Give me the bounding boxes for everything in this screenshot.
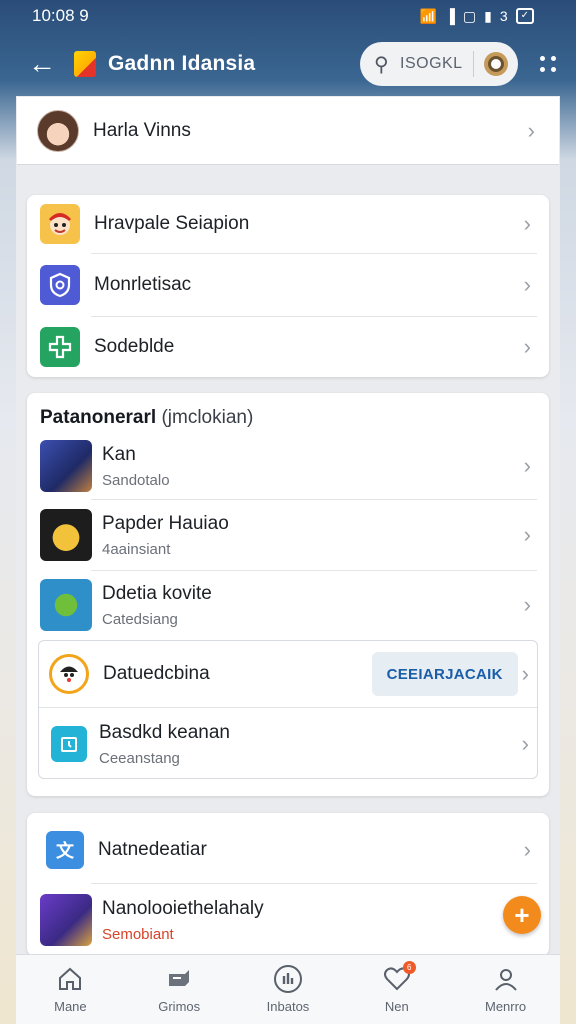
section-title-text: Patanonerarl xyxy=(40,407,157,428)
nav-label: Mane xyxy=(54,999,87,1014)
list-item[interactable]: 文 Natnedeatiar › xyxy=(27,817,549,883)
mascot-icon xyxy=(40,204,80,244)
list-item-title: Natnedeatiar xyxy=(98,839,207,860)
chevron-right-icon: › xyxy=(523,522,531,547)
nav-favorites[interactable]: 6 Nen xyxy=(352,961,442,1014)
game-list-item[interactable]: Ddetia kovite Catedsiang › xyxy=(27,571,549,639)
bottom-navigation: Mane Grimos Inbatos 6 Nen Menrro xyxy=(16,954,560,1024)
section-subtitle: (jmclokian) xyxy=(161,407,254,428)
more-options-icon[interactable] xyxy=(538,56,558,72)
status-time: 10:08 9 xyxy=(32,6,89,25)
section-title: Patanonerarl (jmclokian) xyxy=(40,407,253,429)
avatar xyxy=(37,109,79,152)
chevron-right-icon: › xyxy=(521,731,529,756)
game-list-item[interactable]: Papder Hauiao 4aainsiant › xyxy=(27,500,549,570)
games-section-card: Patanonerarl (jmclokian) Kan Sandotalo ›… xyxy=(27,393,549,796)
status-icons: 📶 ▐ ▢ ▮ 3 ✓ xyxy=(419,7,534,25)
nav-inbox[interactable]: Inbatos xyxy=(243,965,333,1014)
clown-icon xyxy=(49,654,89,694)
stats-icon xyxy=(273,965,303,993)
top-app-bar: ← Gadnn Idansia ⚲ ISOGKL xyxy=(0,32,576,96)
inner-action-button[interactable]: CEEIARJACAIK xyxy=(371,652,518,696)
game-subtitle: Catedsiang xyxy=(102,610,178,628)
list-item[interactable]: Nanolooiethelahaly Semobiant xyxy=(27,884,549,956)
inner-card: Datuedcbina CEEIARJACAIK › Basdkd keanan… xyxy=(38,640,538,779)
nav-label: Menrro xyxy=(484,999,527,1014)
menu-card: Hravpale Seiapion › Monrletisac › Sodebl… xyxy=(27,195,549,377)
notification-badge: 6 xyxy=(402,961,416,974)
profile-name: Harla Vinns xyxy=(93,119,191,141)
nav-label: Nen xyxy=(384,999,409,1014)
game-title: Papder Hauiao xyxy=(102,512,229,534)
bottom-list-card: 文 Natnedeatiar › Nanolooiethelahaly Semo… xyxy=(27,813,549,956)
status-bar: 10:08 9 📶 ▐ ▢ ▮ 3 ✓ xyxy=(0,0,576,32)
timer-icon xyxy=(51,726,87,762)
menu-item-label: Sodeblde xyxy=(94,336,175,357)
user-icon xyxy=(491,965,521,993)
inner-list-item[interactable]: Datuedcbina CEEIARJACAIK › xyxy=(39,641,537,707)
shield-icon xyxy=(40,265,80,305)
battery-level: 3 xyxy=(499,8,508,24)
game-thumbnail xyxy=(40,894,92,946)
nav-profile[interactable]: Menrro xyxy=(461,965,551,1014)
chevron-right-icon: › xyxy=(521,661,529,686)
sim-icon: ▮ xyxy=(484,7,492,24)
game-subtitle: Sandotalo xyxy=(102,471,170,489)
chevron-right-icon: › xyxy=(523,211,531,236)
game-title: Kan xyxy=(102,443,136,465)
heart-icon: 6 xyxy=(382,961,416,993)
inner-item-title: Datuedcbina xyxy=(103,663,210,684)
games-icon xyxy=(164,965,194,993)
chevron-right-icon: › xyxy=(523,334,531,359)
wifi-icon: 📶 xyxy=(419,7,437,24)
menu-item-row[interactable]: Sodeblde › xyxy=(27,317,549,377)
game-subtitle: 4aainsiant xyxy=(102,540,171,558)
translate-icon: 文 xyxy=(46,831,84,869)
notification-icon: ▢ xyxy=(462,7,477,24)
menu-item-label: Monrletisac xyxy=(94,274,192,295)
list-item-subtitle: Semobiant xyxy=(102,925,174,943)
search-icon: ⚲ xyxy=(374,53,389,76)
profile-row[interactable]: Harla Vinns › xyxy=(17,97,559,165)
menu-item-row[interactable]: Hravpale Seiapion › xyxy=(27,195,549,253)
inner-item-subtitle: Ceeanstang xyxy=(99,749,180,767)
home-icon xyxy=(55,965,85,993)
chevron-right-icon: › xyxy=(523,453,531,478)
voice-search-icon[interactable] xyxy=(484,52,508,76)
app-logo xyxy=(74,51,96,77)
health-cross-icon xyxy=(40,327,80,367)
chevron-right-icon: › xyxy=(523,837,531,862)
battery-icon: ✓ xyxy=(515,8,534,24)
nav-home[interactable]: Mane xyxy=(25,965,115,1014)
back-arrow-icon[interactable]: ← xyxy=(28,50,62,78)
nav-label: Inbatos xyxy=(266,999,310,1014)
search-input[interactable]: ISOGKL xyxy=(400,51,474,77)
game-list-item[interactable]: Kan Sandotalo › xyxy=(27,433,549,499)
inner-list-item[interactable]: Basdkd keanan Ceeanstang › xyxy=(39,708,537,780)
search-bar[interactable]: ⚲ ISOGKL xyxy=(360,42,518,86)
game-thumbnail xyxy=(40,579,92,631)
chevron-right-icon: › xyxy=(523,272,531,297)
game-thumbnail xyxy=(40,509,92,561)
chevron-right-icon: › xyxy=(523,592,531,617)
nav-label: Grimos xyxy=(158,999,201,1014)
inner-item-title: Basdkd keanan xyxy=(99,721,230,743)
game-thumbnail xyxy=(40,440,92,492)
page-title: Gadnn Idansia xyxy=(108,52,256,75)
list-item-title: Nanolooiethelahaly xyxy=(102,897,264,919)
menu-item-label: Hravpale Seiapion xyxy=(94,213,250,234)
game-title: Ddetia kovite xyxy=(102,582,212,604)
chevron-right-icon: › xyxy=(527,117,535,143)
nav-games[interactable]: Grimos xyxy=(134,965,224,1014)
signal-icon: ▐ xyxy=(444,8,455,24)
add-button[interactable]: + xyxy=(503,896,541,934)
menu-item-row[interactable]: Monrletisac › xyxy=(27,254,549,316)
